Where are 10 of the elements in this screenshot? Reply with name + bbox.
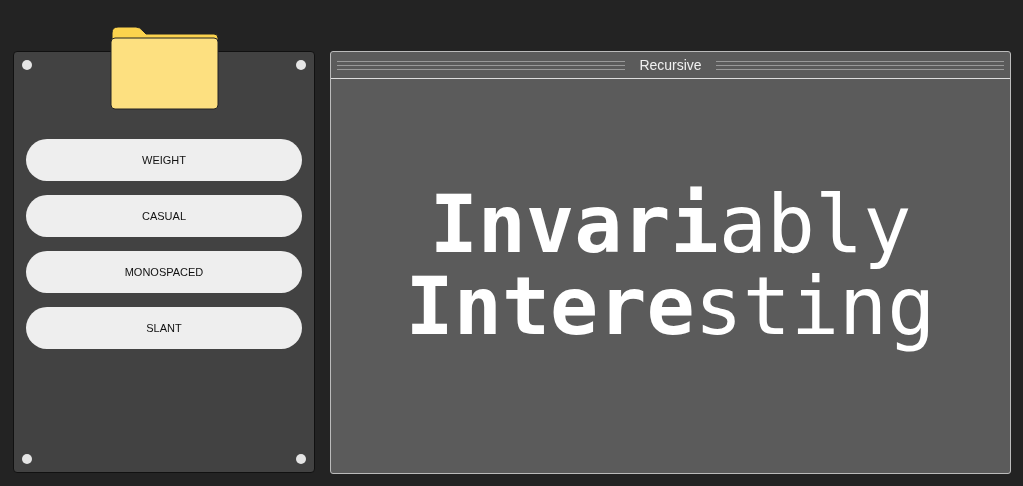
axis-button[interactable]: SLANT: [26, 307, 302, 349]
axis-button[interactable]: MONOSPACED: [26, 251, 302, 293]
folder-icon: [110, 25, 220, 112]
axis-button[interactable]: CASUAL: [26, 195, 302, 237]
screw-icon: [22, 60, 32, 70]
screw-icon: [296, 60, 306, 70]
screw-icon: [296, 454, 306, 464]
screw-icon: [22, 454, 32, 464]
axis-button[interactable]: WEIGHT: [26, 139, 302, 181]
window-title: Recursive: [639, 55, 702, 75]
